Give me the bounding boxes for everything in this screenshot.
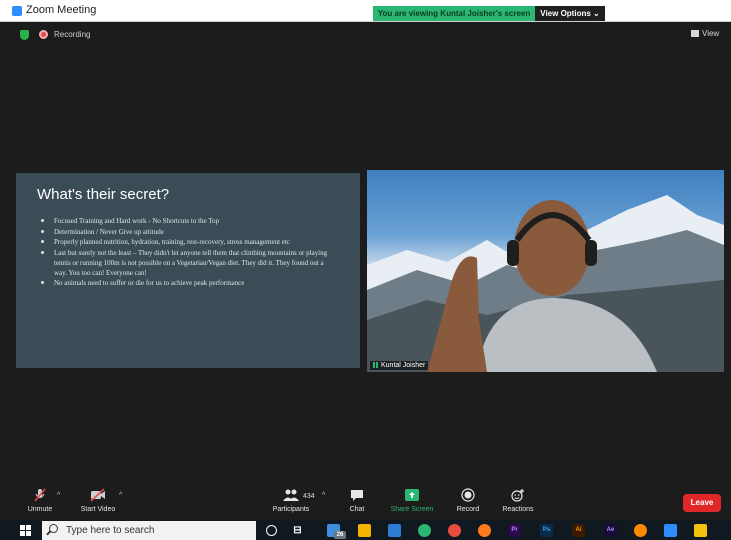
share-screen-icon [405, 489, 419, 501]
search-placeholder: Type here to search [66, 525, 155, 536]
taskbar-app-icon[interactable] [418, 524, 431, 537]
task-view-icon[interactable]: ⊟ [291, 524, 304, 537]
audio-options-chevron-icon[interactable]: ^ [57, 492, 60, 499]
slide-title: What's their secret? [37, 186, 170, 203]
sticky-notes-icon[interactable] [694, 524, 707, 537]
mountain-background [367, 195, 724, 372]
slide-bullet: Last but surely not the least – They did… [38, 248, 338, 278]
slide-bullet: Determination / Never Give up attitude [38, 227, 338, 237]
video-options-chevron-icon[interactable]: ^ [119, 492, 122, 499]
share-screen-button[interactable]: Share Screen [380, 488, 444, 513]
meeting-area: Recording View What's their secret? Focu… [0, 22, 731, 485]
taskbar-app-icon[interactable] [388, 524, 401, 537]
leave-button[interactable]: Leave [683, 494, 721, 512]
taskbar-search-box[interactable]: Type here to search [42, 521, 256, 540]
grid-view-icon [691, 30, 699, 37]
view-label: View [702, 29, 720, 38]
firefox-icon[interactable] [478, 524, 491, 537]
window-titlebar: Zoom Meeting You are viewing Kuntal Jois… [0, 0, 731, 22]
slide-bullet: Focused Training and Hard work - No Shor… [38, 216, 338, 226]
view-options-button[interactable]: View Options ⌄ [535, 6, 605, 21]
after-effects-icon[interactable]: Ae [604, 524, 617, 537]
slide-bullet: No animals need to suffer or die for us … [38, 278, 338, 288]
security-shield-icon[interactable] [20, 30, 29, 40]
notification-badge: 26 [334, 531, 346, 539]
illustrator-icon[interactable]: Ai [572, 524, 585, 537]
zoom-app-icon [12, 6, 22, 16]
unmute-button[interactable]: Unmute [8, 488, 72, 513]
windows-taskbar: Type here to search ⊟ 26 Pr Ps Ai Ae [0, 520, 731, 540]
connection-bars-icon [373, 362, 379, 368]
taskbar-app-icon[interactable] [634, 524, 647, 537]
chat-icon [351, 490, 363, 501]
recording-label: Recording [54, 30, 91, 39]
viewing-screen-banner: You are viewing Kuntal Joisher's screen [373, 6, 535, 21]
view-button[interactable]: View [691, 29, 719, 38]
shared-screen-slide: What's their secret? Focused Training an… [16, 173, 360, 368]
video-off-icon [90, 488, 105, 502]
chrome-icon[interactable] [448, 524, 461, 537]
participants-button[interactable]: Participants [259, 488, 323, 513]
share-screen-label: Share Screen [390, 506, 434, 513]
meeting-controls: Unmute ^ Start Video ^ Participants 434 … [0, 485, 731, 520]
participants-label: Participants [272, 506, 310, 513]
unmute-label: Unmute [27, 506, 53, 513]
participant-name: Kuntal Joisher [381, 362, 426, 369]
photoshop-icon[interactable]: Ps [540, 524, 553, 537]
file-explorer-icon[interactable] [358, 524, 371, 537]
muted-mic-icon [34, 488, 46, 502]
reactions-label: Reactions [502, 506, 534, 513]
window-title: Zoom Meeting [26, 4, 97, 16]
cortana-icon[interactable] [266, 525, 277, 536]
search-icon [49, 524, 58, 533]
zoom-taskbar-icon[interactable] [664, 524, 677, 537]
smiley-plus-icon [511, 489, 524, 502]
windows-start-icon[interactable] [20, 525, 31, 536]
recording-icon [39, 30, 48, 39]
participant-name-tag: Kuntal Joisher [370, 361, 429, 370]
slide-bullet-list: Focused Training and Hard work - No Shor… [38, 216, 338, 289]
slide-bullet: Properly planned nutrition, hydration, t… [38, 237, 338, 247]
reactions-button[interactable]: Reactions [486, 488, 550, 513]
participant-count: 434 [303, 493, 315, 500]
participants-icon [283, 489, 299, 501]
start-video-label: Start Video [80, 506, 116, 513]
premiere-icon[interactable]: Pr [508, 524, 521, 537]
record-icon [461, 488, 475, 502]
participant-video-tile[interactable]: Kuntal Joisher [367, 170, 724, 372]
